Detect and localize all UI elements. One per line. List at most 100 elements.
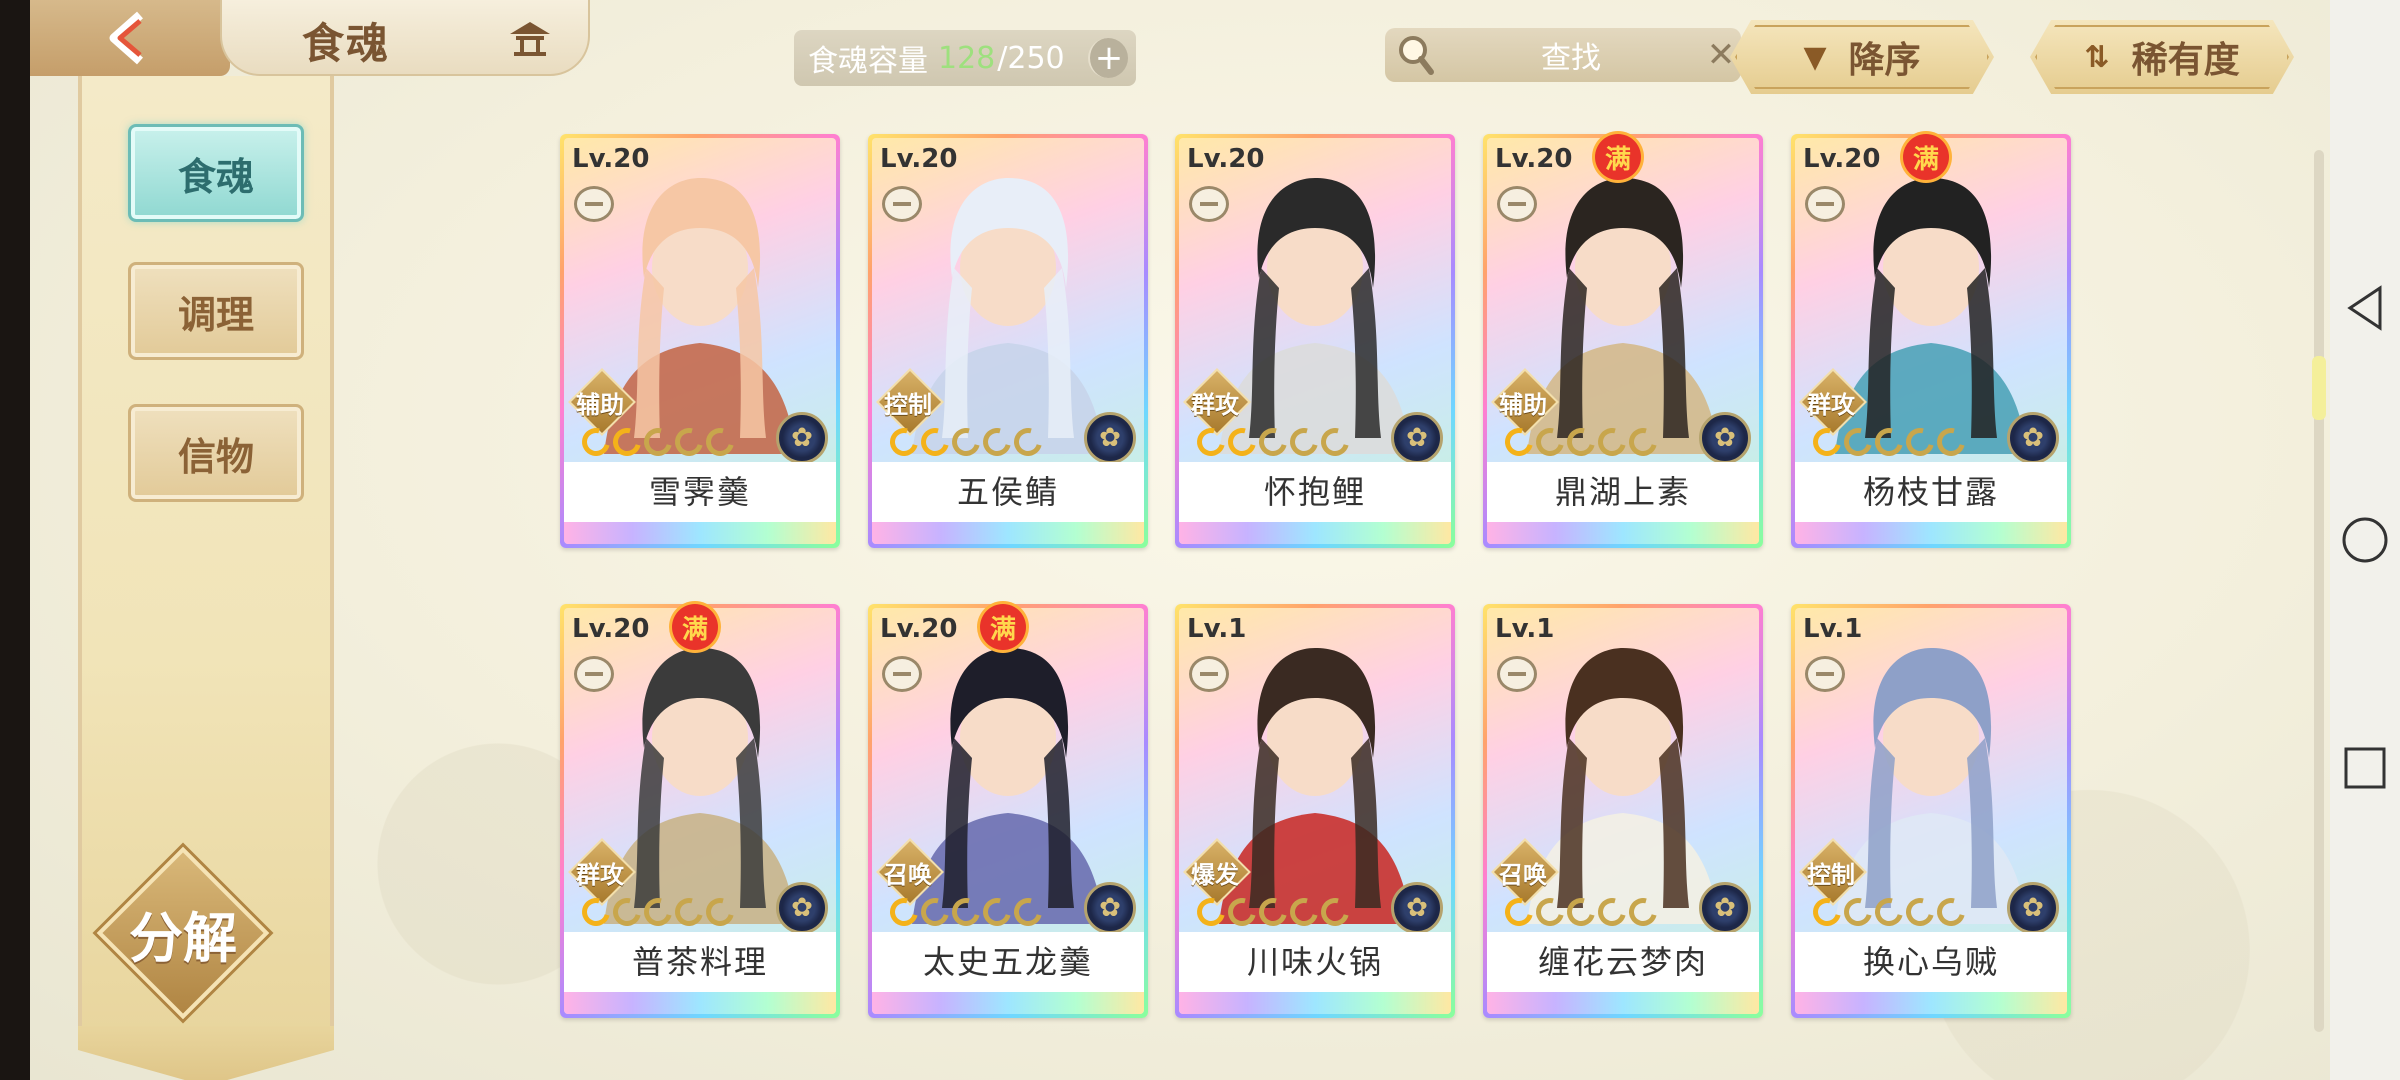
star-icon [1838, 892, 1878, 932]
level-label: Lv.20 [572, 144, 650, 174]
star-icon [700, 892, 740, 932]
level-label: Lv.20 [1803, 144, 1881, 174]
rarity-strip [1179, 522, 1451, 544]
star-icon [1191, 892, 1231, 932]
food-soul-card[interactable]: Lv.1 召唤缠花云梦肉 [1483, 604, 1763, 1018]
star-icon [669, 422, 709, 462]
star-rating [884, 892, 1048, 932]
nav-home-icon[interactable] [2330, 510, 2400, 570]
lock-toggle-icon[interactable] [574, 656, 614, 692]
star-icon [1900, 422, 1940, 462]
star-icon [607, 892, 647, 932]
food-soul-card[interactable]: Lv.1 控制换心乌贼 [1791, 604, 2071, 1018]
role-label: 召唤 [884, 860, 932, 889]
role-badge: 控制 [872, 374, 944, 430]
food-soul-card[interactable]: Lv.20 召唤太史五龙羹 满 [868, 604, 1148, 1018]
element-flower-icon [1699, 412, 1751, 464]
star-icon [1222, 892, 1262, 932]
role-badge: 辅助 [564, 374, 636, 430]
lock-toggle-icon[interactable] [882, 656, 922, 692]
sort-order-label: 降序 [1848, 40, 1921, 81]
title-tab: 食魂 [220, 0, 590, 76]
game-stage: 食魂 食魂容量 128 /250 + 查找 ✕ ▼ 降序 ⇅ 稀有度 食魂 调理… [30, 0, 2370, 1080]
food-soul-card[interactable]: Lv.20 群攻怀抱鲤 [1175, 134, 1455, 548]
lock-toggle-icon[interactable] [882, 186, 922, 222]
star-icon [1008, 422, 1048, 462]
food-soul-card[interactable]: Lv.20 控制五侯鲭 [868, 134, 1148, 548]
star-icon [915, 892, 955, 932]
lock-toggle-icon[interactable] [1497, 656, 1537, 692]
magnifier-icon [1391, 30, 1441, 80]
star-icon [1869, 892, 1909, 932]
back-button[interactable] [30, 0, 230, 76]
role-label: 控制 [884, 390, 932, 419]
search-label: 查找 [1541, 41, 1601, 76]
pavilion-icon[interactable] [508, 18, 552, 58]
decompose-button[interactable]: 分解 [96, 846, 270, 1020]
star-icon [1592, 892, 1632, 932]
character-name: 川味火锅 [1179, 932, 1451, 992]
star-icon [884, 422, 924, 462]
rarity-strip [1179, 992, 1451, 1014]
back-arrow-icon [109, 11, 143, 65]
star-icon [700, 422, 740, 462]
decompose-label: 分解 [129, 906, 237, 970]
card-body: Lv.20 辅助雪霁羹 [564, 138, 836, 544]
level-label: Lv.20 [1187, 144, 1265, 174]
rarity-strip [564, 992, 836, 1014]
character-name: 雪霁羹 [564, 462, 836, 522]
scrollbar[interactable] [2312, 150, 2326, 1032]
nav-back-icon[interactable] [2330, 278, 2400, 338]
star-icon [1807, 892, 1847, 932]
star-icon [1499, 892, 1539, 932]
sort-swap-icon: ⇅ [2084, 39, 2110, 75]
lock-toggle-icon[interactable] [574, 186, 614, 222]
nav-recents-icon[interactable] [2330, 738, 2400, 798]
food-soul-card[interactable]: Lv.1 爆发川味火锅 [1175, 604, 1455, 1018]
tab-tokens[interactable]: 信物 [128, 404, 304, 502]
star-icon [1623, 892, 1663, 932]
card-body: Lv.20 群攻杨枝甘露 [1795, 138, 2067, 544]
star-icon [1191, 422, 1231, 462]
food-soul-card[interactable]: Lv.20 群攻杨枝甘露 满 [1791, 134, 2071, 548]
lock-toggle-icon[interactable] [1189, 186, 1229, 222]
star-icon [576, 892, 616, 932]
star-icon [1315, 422, 1355, 462]
character-name: 杨枝甘露 [1795, 462, 2067, 522]
tab-label: 信物 [177, 434, 254, 479]
level-label: Lv.1 [1187, 614, 1247, 644]
element-flower-icon [1084, 882, 1136, 934]
role-badge: 召唤 [1487, 844, 1559, 900]
role-badge: 群攻 [1179, 374, 1251, 430]
star-icon [1931, 422, 1971, 462]
card-body: Lv.1 控制换心乌贼 [1795, 608, 2067, 1014]
role-badge: 爆发 [1179, 844, 1251, 900]
search-box[interactable]: 查找 ✕ [1385, 28, 1741, 82]
star-icon [1530, 892, 1570, 932]
sort-key-button[interactable]: ⇅ 稀有度 [2030, 20, 2294, 94]
star-icon [946, 892, 986, 932]
tab-food-soul[interactable]: 食魂 [128, 124, 304, 222]
max-badge: 满 [1903, 134, 1949, 180]
lock-toggle-icon[interactable] [1805, 186, 1845, 222]
role-label: 辅助 [1499, 390, 1547, 419]
lock-toggle-icon[interactable] [1189, 656, 1229, 692]
lock-toggle-icon[interactable] [1497, 186, 1537, 222]
add-capacity-button[interactable]: + [1088, 38, 1128, 78]
lock-toggle-icon[interactable] [1805, 656, 1845, 692]
star-icon [1315, 892, 1355, 932]
character-name: 五侯鲭 [872, 462, 1144, 522]
food-soul-card[interactable]: Lv.20 群攻普茶料理 满 [560, 604, 840, 1018]
star-icon [1499, 422, 1539, 462]
capacity-total: /250 [997, 40, 1065, 76]
food-soul-card[interactable]: Lv.20 辅助鼎湖上素 满 [1483, 134, 1763, 548]
food-soul-card[interactable]: Lv.20 辅助雪霁羹 [560, 134, 840, 548]
role-label: 群攻 [1191, 390, 1239, 419]
role-badge: 辅助 [1487, 374, 1559, 430]
rarity-strip [1487, 522, 1759, 544]
scrollbar-thumb[interactable] [2312, 356, 2326, 420]
card-body: Lv.20 群攻普茶料理 [564, 608, 836, 1014]
tab-conditioning[interactable]: 调理 [128, 262, 304, 360]
card-body: Lv.20 召唤太史五龙羹 [872, 608, 1144, 1014]
sort-order-button[interactable]: ▼ 降序 [1730, 20, 1994, 94]
